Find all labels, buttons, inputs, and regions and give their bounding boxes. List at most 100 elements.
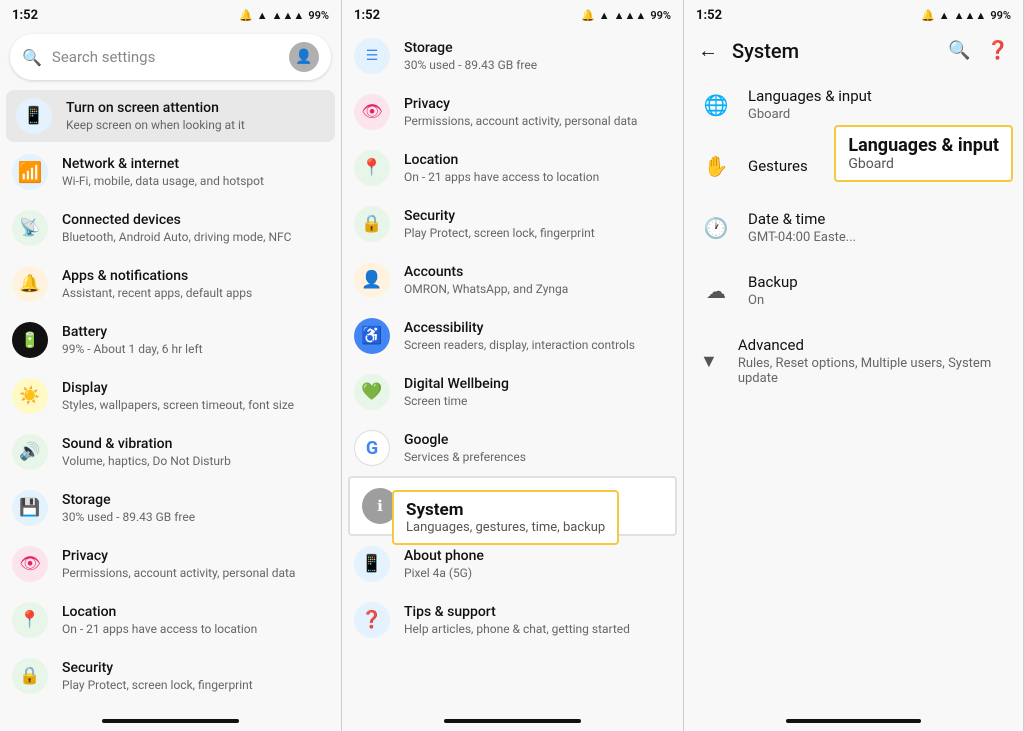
status-bar-2: 1:52 🔔 ▲ ▲▲▲ 99%: [342, 0, 683, 28]
notification-icon: 🔔: [921, 9, 935, 22]
datetime-icon: 🕐: [700, 212, 732, 244]
location-icon: 📍: [12, 602, 48, 638]
sys-item-title: Advanced: [738, 336, 1007, 354]
item-title: Network & internet: [62, 155, 329, 173]
item-subtitle: OMRON, WhatsApp, and Zynga: [404, 282, 671, 298]
sys-item-subtitle: GMT-04:00 Easte...: [748, 230, 1007, 245]
item-title: Display: [62, 379, 329, 397]
battery-label-1: 99%: [308, 9, 329, 22]
status-icons-3: 🔔 ▲ ▲▲▲ 99%: [921, 9, 1011, 22]
item-subtitle: 99% - About 1 day, 6 hr left: [62, 342, 329, 358]
sys-item-subtitle: Rules, Reset options, Multiple users, Sy…: [738, 356, 1007, 386]
item-title: Security: [404, 207, 671, 225]
item-subtitle: 30% used - 89.43 GB free: [404, 58, 671, 74]
battery-label-2: 99%: [650, 9, 671, 22]
callout-subtitle: Gboard: [848, 156, 999, 172]
list-item-display[interactable]: ☀️ Display Styles, wallpapers, screen ti…: [0, 368, 341, 424]
languages-icon: 🌐: [700, 89, 732, 121]
list-item-tips[interactable]: ❓ Tips & support Help articles, phone & …: [342, 592, 683, 648]
tooltip-title: System: [406, 500, 605, 520]
gestures-icon: ✋: [700, 150, 732, 182]
item-title: Connected devices: [62, 211, 329, 229]
sys-item-subtitle: Gboard: [748, 107, 1007, 122]
list-item-digital-wellbeing[interactable]: 💚 Digital Wellbeing Screen time: [342, 364, 683, 420]
storage2-icon: ☰: [354, 38, 390, 74]
sys-item-date-time[interactable]: 🕐 Date & time GMT-04:00 Easte...: [684, 196, 1023, 259]
settings-list-1: 📱 Turn on screen attention Keep screen o…: [0, 88, 341, 713]
time-2: 1:52: [354, 8, 380, 23]
help-icon[interactable]: ❓: [987, 40, 1009, 61]
panel-3: 1:52 🔔 ▲ ▲▲▲ 99% ← System 🔍 ❓ 🌐 Language…: [684, 0, 1024, 731]
notification-icon: 🔔: [581, 9, 595, 22]
sys-item-title: Languages & input: [748, 87, 1007, 105]
list-item-security[interactable]: 🔒 Security Play Protect, screen lock, fi…: [0, 648, 341, 704]
sound-icon: 🔊: [12, 434, 48, 470]
wifi-icon: ▲: [257, 9, 268, 22]
panel-1: 1:52 🔔 ▲ ▲▲▲ 99% 🔍 Search settings 👤 📱 T…: [0, 0, 342, 731]
location2-icon: 📍: [354, 150, 390, 186]
languages-callout: Languages & input Gboard: [834, 125, 1013, 182]
accessibility-icon: ♿: [354, 318, 390, 354]
privacy-icon: 👁: [12, 546, 48, 582]
status-icons-2: 🔔 ▲ ▲▲▲ 99%: [581, 9, 671, 22]
avatar[interactable]: 👤: [289, 42, 319, 72]
status-bar-1: 1:52 🔔 ▲ ▲▲▲ 99%: [0, 0, 341, 28]
list-item-privacy2[interactable]: 👁 Privacy Permissions, account activity,…: [342, 84, 683, 140]
list-item-network[interactable]: 📶 Network & internet Wi-Fi, mobile, data…: [0, 144, 341, 200]
sys-item-title: Date & time: [748, 210, 1007, 228]
list-item-storage[interactable]: 💾 Storage 30% used - 89.43 GB free: [0, 480, 341, 536]
signal-icon: ▲▲▲: [954, 9, 987, 22]
list-item-storage2[interactable]: ☰ Storage 30% used - 89.43 GB free: [342, 28, 683, 84]
network-icon: 📶: [12, 154, 48, 190]
list-item-apps[interactable]: 🔔 Apps & notifications Assistant, recent…: [0, 256, 341, 312]
bottom-nav-indicator: [786, 719, 922, 723]
sys-item-advanced[interactable]: ▼ Advanced Rules, Reset options, Multipl…: [684, 322, 1023, 400]
status-bar-3: 1:52 🔔 ▲ ▲▲▲ 99%: [684, 0, 1023, 28]
bottom-nav-indicator: [444, 719, 580, 723]
security2-icon: 🔒: [354, 206, 390, 242]
item-title: Accounts: [404, 263, 671, 281]
privacy2-icon: 👁: [354, 94, 390, 130]
time-3: 1:52: [696, 8, 722, 23]
list-item-connected[interactable]: 📡 Connected devices Bluetooth, Android A…: [0, 200, 341, 256]
item-title: About phone: [404, 547, 671, 565]
sys-item-subtitle: On: [748, 293, 1007, 308]
tooltip-subtitle: Languages, gestures, time, backup: [406, 520, 605, 535]
back-button[interactable]: ←: [698, 38, 718, 63]
list-item-location2[interactable]: 📍 Location On - 21 apps have access to l…: [342, 140, 683, 196]
backup-icon: ☁: [700, 275, 732, 307]
search-header-icon[interactable]: 🔍: [948, 40, 970, 61]
item-subtitle: Play Protect, screen lock, fingerprint: [404, 226, 671, 242]
battery-icon: 🔋: [12, 322, 48, 358]
list-item-sound[interactable]: 🔊 Sound & vibration Volume, haptics, Do …: [0, 424, 341, 480]
list-item-battery[interactable]: 🔋 Battery 99% - About 1 day, 6 hr left: [0, 312, 341, 368]
connected-icon: 📡: [12, 210, 48, 246]
sys-item-backup[interactable]: ☁ Backup On: [684, 259, 1023, 322]
item-subtitle: On - 21 apps have access to location: [404, 170, 671, 186]
item-subtitle: Permissions, account activity, personal …: [62, 566, 329, 582]
item-title: Google: [404, 431, 671, 449]
list-item-security2[interactable]: 🔒 Security Play Protect, screen lock, fi…: [342, 196, 683, 252]
list-item-screen-attention[interactable]: 📱 Turn on screen attention Keep screen o…: [6, 90, 335, 142]
search-bar[interactable]: 🔍 Search settings 👤: [10, 34, 331, 80]
item-subtitle: Wi-Fi, mobile, data usage, and hotspot: [62, 174, 329, 190]
display-icon: ☀️: [12, 378, 48, 414]
list-item-accounts[interactable]: 👤 Accounts OMRON, WhatsApp, and Zynga: [342, 252, 683, 308]
list-item-location[interactable]: 📍 Location On - 21 apps have access to l…: [0, 592, 341, 648]
accounts-icon: 👤: [354, 262, 390, 298]
item-title: Storage: [404, 39, 671, 57]
system-tooltip: System Languages, gestures, time, backup: [392, 490, 619, 545]
item-subtitle: Styles, wallpapers, screen timeout, font…: [62, 398, 329, 414]
item-subtitle: Help articles, phone & chat, getting sta…: [404, 622, 671, 638]
item-title: Accessibility: [404, 319, 671, 337]
list-item-privacy[interactable]: 👁 Privacy Permissions, account activity,…: [0, 536, 341, 592]
wifi-icon: ▲: [939, 9, 950, 22]
list-item-google[interactable]: G Google Services & preferences: [342, 420, 683, 476]
item-subtitle: 30% used - 89.43 GB free: [62, 510, 329, 526]
item-title: Location: [62, 603, 329, 621]
system-header: ← System 🔍 ❓: [684, 28, 1023, 73]
list-item-accessibility[interactable]: ♿ Accessibility Screen readers, display,…: [342, 308, 683, 364]
search-placeholder: Search settings: [52, 48, 279, 66]
signal-icon: ▲▲▲: [614, 9, 647, 22]
item-subtitle: On - 21 apps have access to location: [62, 622, 329, 638]
